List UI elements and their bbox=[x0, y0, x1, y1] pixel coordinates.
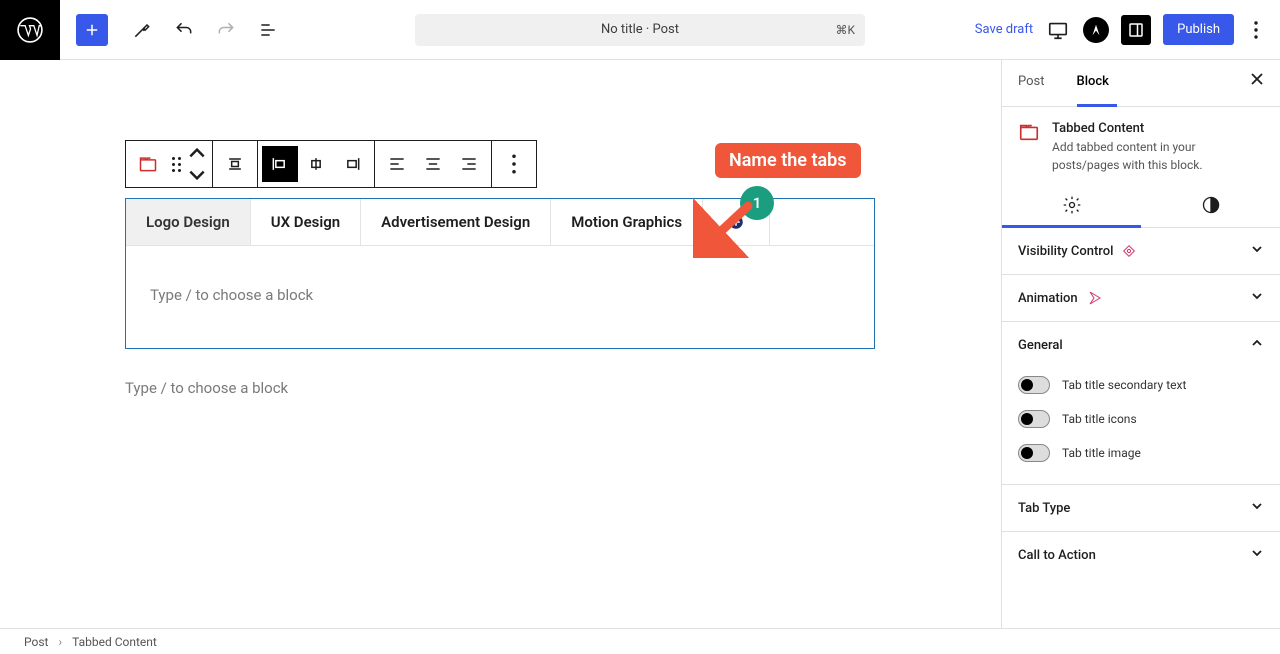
panel-title: Tab Type bbox=[1018, 501, 1070, 516]
chevron-down-icon bbox=[1250, 289, 1264, 307]
gear-icon bbox=[1062, 195, 1082, 215]
editor-breadcrumb: Post › Tabbed Content bbox=[0, 628, 1280, 654]
annotation-step-badge: 1 bbox=[740, 186, 774, 220]
text-align-left-icon[interactable] bbox=[379, 146, 415, 182]
save-draft-button[interactable]: Save draft bbox=[975, 22, 1033, 37]
panel-general-body: Tab title secondary text Tab title icons… bbox=[1002, 368, 1280, 484]
settings-sidebar: Post Block Tabbed Content Add tabbed con… bbox=[1001, 60, 1280, 628]
topbar-right: Save draft Publish bbox=[975, 14, 1280, 45]
document-title-text: No title · Post bbox=[601, 22, 679, 37]
annotation-callout: Name the tabs bbox=[715, 143, 861, 178]
block-card-title: Tabbed Content bbox=[1052, 121, 1264, 136]
drag-handle-icon[interactable] bbox=[166, 146, 186, 182]
panel-title: Visibility Control bbox=[1018, 244, 1113, 259]
panel-tab-type-toggle[interactable]: Tab Type bbox=[1002, 485, 1280, 531]
panel-tab-type: Tab Type bbox=[1002, 485, 1280, 532]
astra-icon[interactable] bbox=[1083, 17, 1109, 43]
panel-animation: Animation bbox=[1002, 275, 1280, 322]
publish-button[interactable]: Publish bbox=[1163, 14, 1234, 45]
toggle-label: Tab title icons bbox=[1062, 412, 1137, 426]
block-toolbar bbox=[125, 140, 537, 188]
undo-icon[interactable] bbox=[172, 18, 196, 42]
panel-cta-toggle[interactable]: Call to Action bbox=[1002, 532, 1280, 578]
tab-item[interactable]: UX Design bbox=[251, 199, 361, 245]
toggle-image[interactable] bbox=[1018, 444, 1050, 462]
tab-item[interactable]: Motion Graphics bbox=[551, 199, 703, 245]
close-sidebar-icon[interactable] bbox=[1234, 60, 1280, 106]
chevron-down-icon bbox=[1250, 546, 1264, 564]
chevron-right-icon: › bbox=[58, 635, 62, 649]
toggle-icons[interactable] bbox=[1018, 410, 1050, 428]
block-card-icon bbox=[1018, 121, 1040, 143]
inspector-mode-tabs bbox=[1002, 182, 1280, 228]
block-type-icon[interactable] bbox=[130, 146, 166, 182]
justify-center-icon[interactable] bbox=[298, 146, 334, 182]
panel-title: Animation bbox=[1018, 291, 1078, 306]
document-overview-icon[interactable] bbox=[256, 18, 280, 42]
eye-badge-icon bbox=[1121, 243, 1137, 259]
panel-cta: Call to Action bbox=[1002, 532, 1280, 578]
text-align-center-icon[interactable] bbox=[415, 146, 451, 182]
sidebar-tab-block[interactable]: Block bbox=[1061, 60, 1125, 106]
topbar-tools bbox=[130, 18, 280, 42]
tab-item[interactable]: Logo Design bbox=[126, 199, 251, 245]
editor-canvas: Logo Design UX Design Advertisement Desi… bbox=[0, 60, 1001, 628]
contrast-icon bbox=[1201, 195, 1221, 215]
sidebar-tabs: Post Block bbox=[1002, 60, 1280, 107]
panel-title: Call to Action bbox=[1018, 548, 1096, 563]
default-block-appender[interactable]: Type / to choose a block bbox=[125, 349, 1001, 427]
panel-animation-toggle[interactable]: Animation bbox=[1002, 275, 1280, 321]
move-up-down-icon[interactable] bbox=[186, 146, 208, 182]
motion-badge-icon bbox=[1086, 290, 1102, 306]
toggle-label: Tab title secondary text bbox=[1062, 378, 1186, 392]
block-options-icon[interactable] bbox=[496, 146, 532, 182]
panel-general: General Tab title secondary text Tab tit… bbox=[1002, 322, 1280, 485]
styles-tab[interactable] bbox=[1141, 182, 1280, 227]
text-align-right-icon[interactable] bbox=[451, 146, 487, 182]
tab-item[interactable]: Advertisement Design bbox=[361, 199, 551, 245]
chevron-down-icon bbox=[1250, 242, 1264, 260]
toggle-label: Tab title image bbox=[1062, 446, 1141, 460]
align-none-icon[interactable] bbox=[217, 146, 253, 182]
block-card-desc: Add tabbed content in your posts/pages w… bbox=[1052, 138, 1264, 174]
chevron-down-icon bbox=[1250, 499, 1264, 517]
sidebar-toggle-button[interactable] bbox=[1121, 15, 1151, 45]
breadcrumb-item[interactable]: Post bbox=[24, 635, 48, 649]
justify-left-icon[interactable] bbox=[262, 146, 298, 182]
sidebar-tab-post[interactable]: Post bbox=[1002, 60, 1061, 106]
tabbed-content-block[interactable]: Logo Design UX Design Advertisement Desi… bbox=[125, 198, 875, 349]
block-card: Tabbed Content Add tabbed content in you… bbox=[1002, 107, 1280, 182]
settings-tab[interactable] bbox=[1002, 182, 1141, 227]
toggle-secondary-text[interactable] bbox=[1018, 376, 1050, 394]
wordpress-logo[interactable] bbox=[0, 0, 60, 60]
options-menu-icon[interactable] bbox=[1246, 21, 1266, 39]
redo-icon[interactable] bbox=[214, 18, 238, 42]
panel-general-toggle[interactable]: General bbox=[1002, 322, 1280, 368]
tools-icon[interactable] bbox=[130, 18, 154, 42]
view-desktop-icon[interactable] bbox=[1045, 17, 1071, 43]
panel-visibility: Visibility Control bbox=[1002, 228, 1280, 275]
editor-main: Logo Design UX Design Advertisement Desi… bbox=[0, 60, 1280, 628]
breadcrumb-item[interactable]: Tabbed Content bbox=[72, 635, 157, 649]
editor-topbar: No title · Post ⌘K Save draft Publish bbox=[0, 0, 1280, 60]
panel-visibility-toggle[interactable]: Visibility Control bbox=[1002, 228, 1280, 274]
command-shortcut: ⌘K bbox=[835, 23, 855, 37]
document-title-bar[interactable]: No title · Post ⌘K bbox=[415, 14, 865, 46]
add-block-button[interactable] bbox=[76, 14, 108, 46]
tab-content-placeholder[interactable]: Type / to choose a block bbox=[126, 246, 874, 348]
chevron-up-icon bbox=[1250, 336, 1264, 354]
panel-title: General bbox=[1018, 338, 1063, 353]
active-tab-underline bbox=[1077, 104, 1117, 107]
justify-right-icon[interactable] bbox=[334, 146, 370, 182]
